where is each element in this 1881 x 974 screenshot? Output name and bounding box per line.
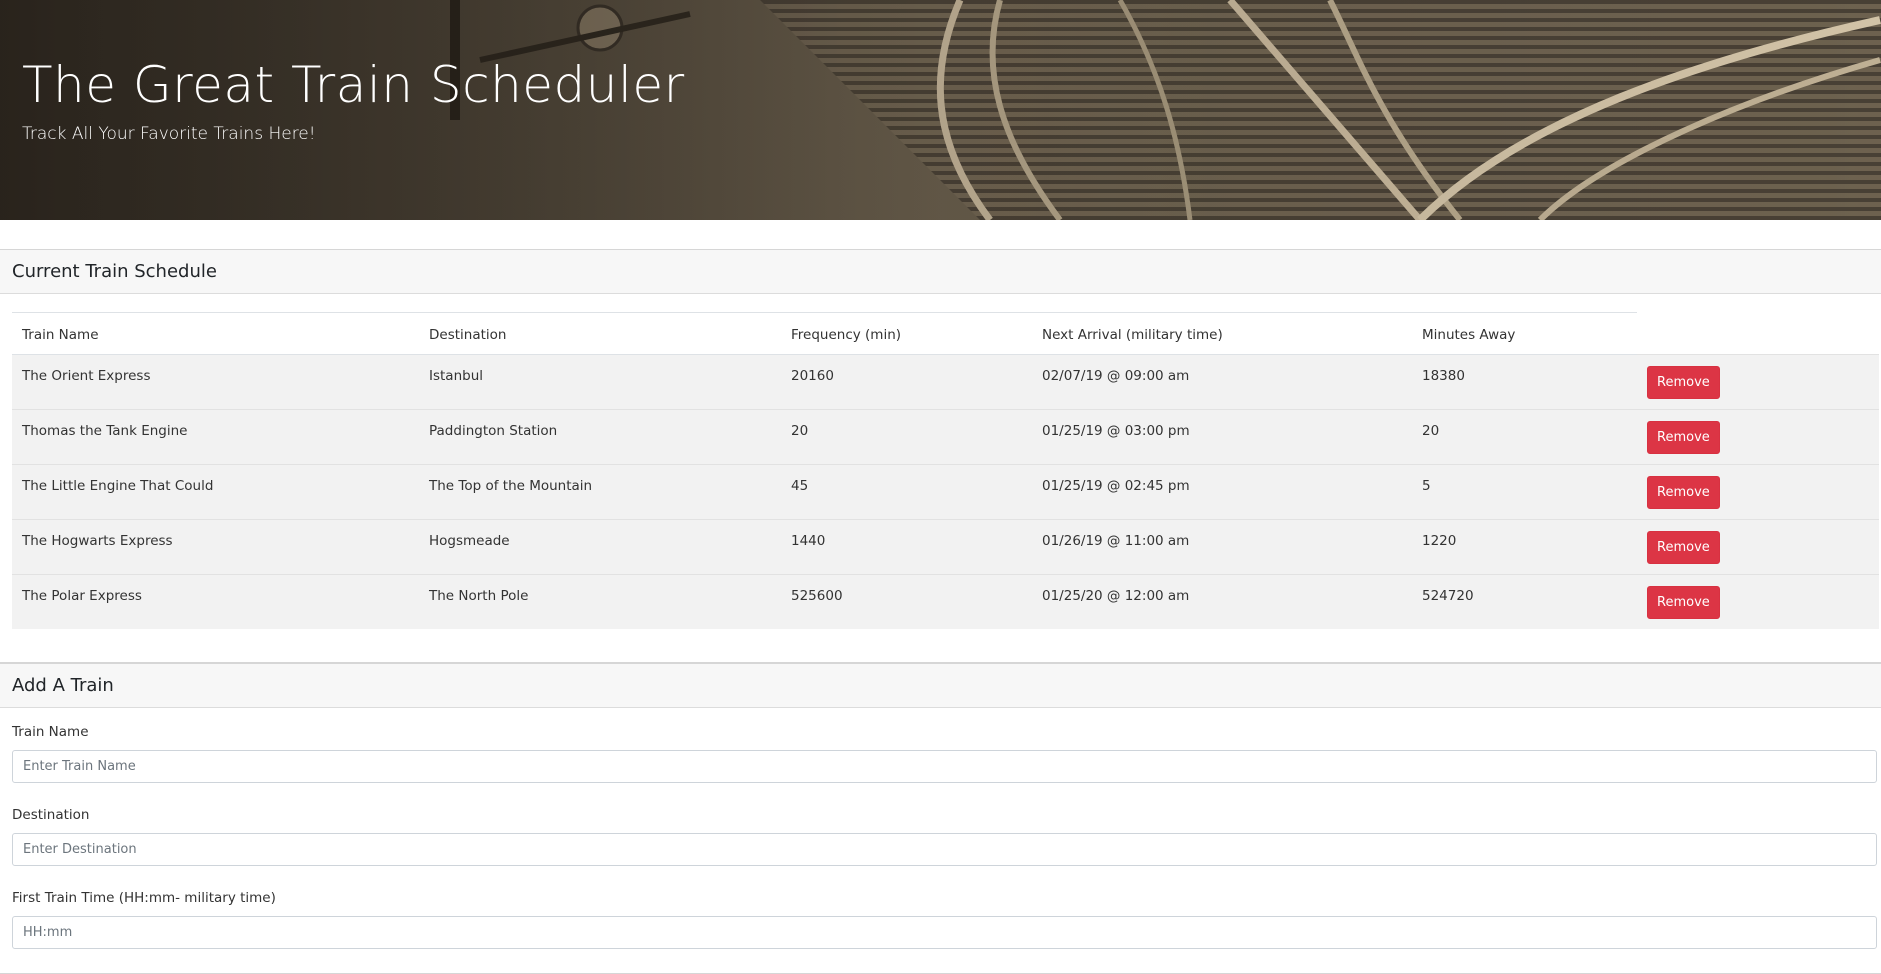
remove-button[interactable]: Remove xyxy=(1647,365,1720,399)
minutes-away-cell: 20 xyxy=(1412,409,1637,465)
table-row: Thomas the Tank Engine Paddington Statio… xyxy=(12,409,1879,465)
action-cell: Remove xyxy=(1637,409,1879,465)
schedule-card: Current Train Schedule Train Name Destin… xyxy=(0,249,1881,663)
remove-button[interactable]: Remove xyxy=(1647,530,1720,564)
hero-banner: The Great Train Scheduler Track All Your… xyxy=(0,0,1881,220)
page-title: The Great Train Scheduler xyxy=(22,56,685,114)
add-train-heading: Add A Train xyxy=(0,664,1881,708)
destination-input[interactable] xyxy=(12,833,1877,866)
column-header-frequency: Frequency (min) xyxy=(781,312,1032,355)
remove-button[interactable]: Remove xyxy=(1647,475,1720,509)
first-train-time-input[interactable] xyxy=(12,916,1877,949)
minutes-away-cell: 524720 xyxy=(1412,574,1637,629)
table-row: The Little Engine That Could The Top of … xyxy=(12,464,1879,520)
next-arrival-cell: 01/25/19 @ 02:45 pm xyxy=(1032,464,1412,520)
frequency-cell: 1440 xyxy=(781,519,1032,575)
action-cell: Remove xyxy=(1637,464,1879,520)
remove-button[interactable]: Remove xyxy=(1647,585,1720,619)
table-row: The Polar Express The North Pole 525600 … xyxy=(12,574,1879,629)
first-train-time-label: First Train Time (HH:mm- military time) xyxy=(12,890,276,906)
train-name-cell: Thomas the Tank Engine xyxy=(12,409,419,465)
next-arrival-cell: 02/07/19 @ 09:00 am xyxy=(1032,354,1412,410)
destination-cell: The Top of the Mountain xyxy=(419,464,781,520)
train-name-label: Train Name xyxy=(12,724,89,740)
destination-cell: Paddington Station xyxy=(419,409,781,465)
frequency-cell: 45 xyxy=(781,464,1032,520)
table-row: The Orient Express Istanbul 20160 02/07/… xyxy=(12,354,1879,410)
page-subtitle: Track All Your Favorite Trains Here! xyxy=(22,124,316,144)
frequency-cell: 20160 xyxy=(781,354,1032,410)
frequency-cell: 525600 xyxy=(781,574,1032,629)
action-cell: Remove xyxy=(1637,574,1879,629)
remove-button[interactable]: Remove xyxy=(1647,420,1720,454)
next-arrival-cell: 01/25/19 @ 03:00 pm xyxy=(1032,409,1412,465)
next-arrival-cell: 01/25/20 @ 12:00 am xyxy=(1032,574,1412,629)
column-header-next-arrival: Next Arrival (military time) xyxy=(1032,312,1412,355)
action-cell: Remove xyxy=(1637,354,1879,410)
table-header-row: Train Name Destination Frequency (min) N… xyxy=(12,312,1879,355)
destination-cell: Hogsmeade xyxy=(419,519,781,575)
add-train-card: Add A Train Train Name Destination First… xyxy=(0,663,1881,974)
column-header-train-name: Train Name xyxy=(12,312,419,355)
train-name-cell: The Little Engine That Could xyxy=(12,464,419,520)
next-arrival-cell: 01/26/19 @ 11:00 am xyxy=(1032,519,1412,575)
column-header-actions xyxy=(1637,313,1879,355)
minutes-away-cell: 1220 xyxy=(1412,519,1637,575)
train-name-cell: The Polar Express xyxy=(12,574,419,629)
frequency-cell: 20 xyxy=(781,409,1032,465)
train-name-input[interactable] xyxy=(12,750,1877,783)
minutes-away-cell: 18380 xyxy=(1412,354,1637,410)
minutes-away-cell: 5 xyxy=(1412,464,1637,520)
add-train-form: Train Name Destination First Train Time … xyxy=(0,708,1881,949)
destination-cell: The North Pole xyxy=(419,574,781,629)
destination-label: Destination xyxy=(12,807,90,823)
train-schedule-table: Train Name Destination Frequency (min) N… xyxy=(12,312,1879,629)
train-name-cell: The Hogwarts Express xyxy=(12,519,419,575)
destination-cell: Istanbul xyxy=(419,354,781,410)
train-name-cell: The Orient Express xyxy=(12,354,419,410)
column-header-minutes-away: Minutes Away xyxy=(1412,312,1637,355)
action-cell: Remove xyxy=(1637,519,1879,575)
schedule-heading: Current Train Schedule xyxy=(0,250,1881,294)
column-header-destination: Destination xyxy=(419,312,781,355)
table-row: The Hogwarts Express Hogsmeade 1440 01/2… xyxy=(12,519,1879,575)
